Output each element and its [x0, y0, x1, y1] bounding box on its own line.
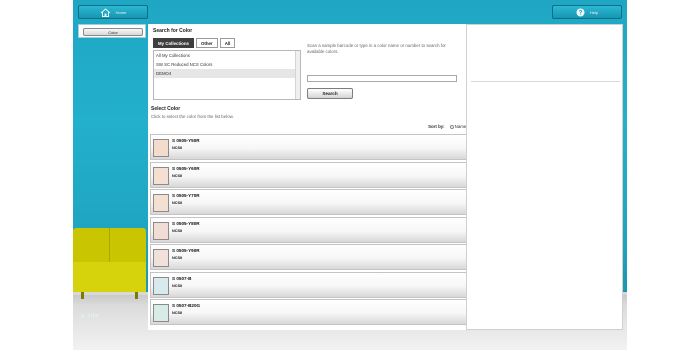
- xrite-logo: x·rite: [81, 313, 100, 320]
- color-swatch: [153, 139, 169, 157]
- color-name: S 0505-Y70R: [172, 193, 200, 198]
- house-icon: [100, 7, 111, 17]
- help-button[interactable]: ? Help: [552, 5, 622, 19]
- color-book: NCSII: [172, 228, 183, 233]
- color-swatch: [153, 276, 169, 295]
- scan-hint: Scan a sample barcode or type in a color…: [307, 43, 446, 54]
- sort-label: Sort by:: [428, 124, 445, 129]
- search-button[interactable]: Search: [307, 88, 353, 99]
- top-bar: Home ? Help: [73, 0, 627, 24]
- collection-item[interactable]: SW SC Reduced NCS Colors: [154, 60, 300, 69]
- color-name: S 0505-Y50R: [172, 138, 200, 143]
- search-title: Search for Color: [153, 28, 193, 34]
- radio-icon: [449, 124, 454, 129]
- tab-all[interactable]: All: [219, 38, 236, 48]
- app-background: Home ? Help x·rite Color Search for Colo…: [73, 0, 627, 350]
- color-book: NCSII: [172, 256, 183, 260]
- sort-name-radio[interactable]: Name: [449, 124, 467, 129]
- svg-text:?: ?: [579, 10, 583, 16]
- preview-divider: [471, 81, 620, 82]
- color-book: NCSII: [172, 146, 183, 150]
- color-name: S 0505-Y90R: [172, 248, 200, 253]
- collection-tabs: My Collections Other All: [153, 38, 236, 48]
- color-book: NCSII: [172, 283, 183, 288]
- color-book: NCSII: [172, 173, 183, 178]
- color-swatch: [153, 194, 169, 212]
- home-label: Home: [115, 9, 127, 15]
- collection-item-selected[interactable]: DEMO4: [154, 69, 300, 78]
- collection-item[interactable]: All My Collections: [154, 51, 300, 60]
- left-nav: Color: [78, 24, 146, 38]
- color-swatch: [153, 166, 169, 185]
- select-color-hint: Click to select the color from the list …: [151, 114, 234, 119]
- tab-other[interactable]: Other: [195, 38, 218, 48]
- color-name: S 0505-Y80R: [172, 220, 200, 226]
- color-swatch: [153, 304, 169, 322]
- tab-my-collections[interactable]: My Collections: [153, 38, 194, 48]
- color-book: NCSII: [172, 201, 183, 205]
- color-swatch: [153, 249, 169, 267]
- sofa-leg: [135, 292, 138, 299]
- sort-name-label: Name: [454, 124, 467, 129]
- home-button[interactable]: Home: [78, 5, 148, 19]
- question-icon: ?: [576, 8, 585, 17]
- color-name: S 0507-B: [172, 275, 192, 281]
- sofa-seat: [73, 262, 146, 292]
- help-label: Help: [589, 9, 599, 15]
- search-input[interactable]: [307, 75, 457, 82]
- color-book: NCSII: [172, 311, 183, 315]
- collection-list[interactable]: All My Collections SW SC Reduced NCS Col…: [153, 50, 301, 100]
- color-swatch: [153, 221, 169, 240]
- select-color-title: Select Color: [151, 106, 181, 112]
- color-tab-button[interactable]: Color: [83, 28, 143, 36]
- collection-scrollbar[interactable]: [295, 51, 300, 99]
- color-name: S 0507-B20G: [172, 303, 201, 308]
- sofa-leg: [81, 292, 84, 299]
- color-name: S 0505-Y60R: [172, 165, 200, 171]
- preview-panel: [466, 24, 623, 330]
